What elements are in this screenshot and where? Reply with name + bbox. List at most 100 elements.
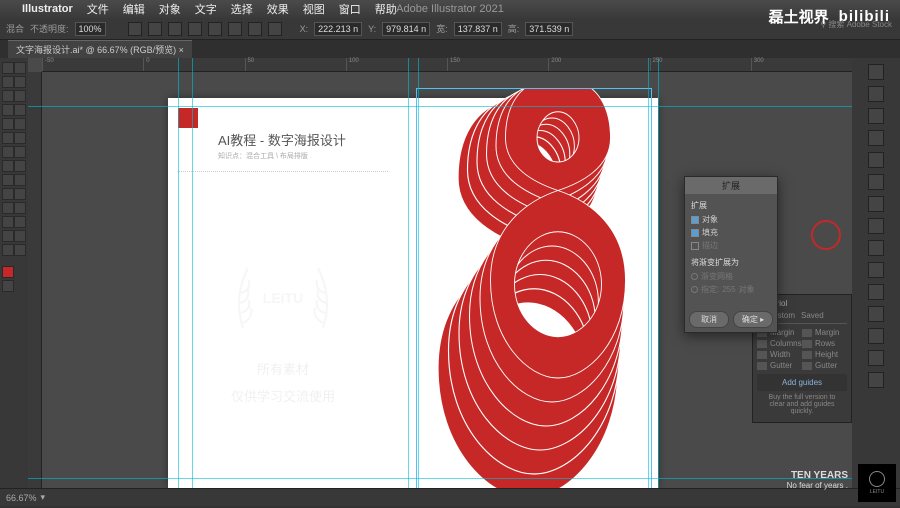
blend-tool[interactable] [14,202,26,214]
magic-wand-tool[interactable] [2,76,14,88]
menu-file[interactable]: 文件 [87,1,109,17]
pathfinder-icon[interactable] [868,284,884,300]
slice-tool[interactable] [14,230,26,242]
stroke-swatch[interactable] [2,280,14,292]
line-tool[interactable] [14,104,26,116]
lasso-tool[interactable] [14,76,26,88]
align-icon[interactable] [168,22,182,36]
menu-object[interactable]: 对象 [159,1,181,17]
radio-specify: 指定: 255 对象 [691,284,771,295]
leitu-logo: LEITU [858,464,896,502]
guide-vertical[interactable] [648,58,649,488]
guide-horizontal[interactable] [28,106,852,107]
libraries-icon[interactable] [868,86,884,102]
checkbox-fill[interactable]: 填充 [691,227,771,238]
toolbox [0,58,28,488]
gutter-v-field[interactable]: Gutter [802,361,847,370]
paragraph-icon[interactable] [868,372,884,388]
type-panel-icon[interactable] [868,350,884,366]
margin-v-field[interactable]: Margin [802,328,847,337]
align-icon[interactable] [868,262,884,278]
menu-help[interactable]: 帮助 [375,1,397,17]
eyedropper-tool[interactable] [2,202,14,214]
properties-icon[interactable] [868,64,884,80]
zoom-tool[interactable] [14,244,26,256]
mac-menubar: Illustrator 文件 编辑 对象 文字 选择 效果 视图 窗口 帮助 A… [0,0,900,18]
x-field[interactable]: 222.213 n [314,22,362,36]
width-tool[interactable] [2,160,14,172]
shape-builder-tool[interactable] [2,174,14,186]
menu-effect[interactable]: 效果 [267,1,289,17]
symbols-icon[interactable] [868,218,884,234]
selection-tool[interactable] [2,62,14,74]
width-field[interactable]: Width [757,350,802,359]
layers-icon[interactable] [868,196,884,212]
guide-vertical[interactable] [192,58,193,488]
align-icon[interactable] [268,22,282,36]
menu-edit[interactable]: 编辑 [123,1,145,17]
align-icon[interactable] [128,22,142,36]
hand-tool[interactable] [2,244,14,256]
perspective-tool[interactable] [14,174,26,186]
ok-button[interactable]: 确定 ▸ [733,311,773,328]
free-transform-tool[interactable] [14,160,26,172]
transform-icon[interactable] [868,240,884,256]
stroke-icon[interactable] [868,174,884,190]
swatches-icon[interactable] [868,130,884,146]
artboard-tool[interactable] [2,230,14,242]
shaper-tool[interactable] [2,132,14,144]
rows-field[interactable]: Rows [802,339,847,348]
align-icon[interactable] [208,22,222,36]
gradient-tool[interactable] [14,188,26,200]
align-icon[interactable] [188,22,202,36]
w-field[interactable]: 137.837 n [454,22,502,36]
svg-text:LEITU: LEITU [263,290,303,306]
brushes-icon[interactable] [868,152,884,168]
brush-tool[interactable] [14,118,26,130]
app-name[interactable]: Illustrator [22,3,73,15]
guide-vertical[interactable] [178,58,179,488]
align-icon[interactable] [248,22,262,36]
radio-gradient-mesh: 渐变网格 [691,271,771,282]
guide-horizontal[interactable] [28,478,852,479]
eraser-tool[interactable] [14,132,26,144]
blend-shape-8[interactable] [408,88,648,508]
zoom-level[interactable]: 66.67% [6,493,37,503]
gutter-h-field[interactable]: Gutter [757,361,802,370]
y-field[interactable]: 979.814 n [382,22,430,36]
align-icon[interactable] [228,22,242,36]
rotate-tool[interactable] [2,146,14,158]
document-tab[interactable]: 文字海报设计.ai* @ 66.67% (RGB/预览) × [8,40,192,58]
guide-vertical[interactable] [658,58,659,488]
align-icon[interactable] [148,22,162,36]
scale-tool[interactable] [14,146,26,158]
color-icon[interactable] [868,108,884,124]
pen-tool[interactable] [2,90,14,102]
guide-vertical[interactable] [418,58,419,488]
symbol-tool[interactable] [2,216,14,228]
type-tool[interactable] [2,104,14,116]
height-field[interactable]: Height [802,350,847,359]
direct-select-tool[interactable] [14,62,26,74]
menu-type[interactable]: 文字 [195,1,217,17]
menu-window[interactable]: 窗口 [339,1,361,17]
rectangle-tool[interactable] [2,118,14,130]
h-field[interactable]: 371.539 n [525,22,573,36]
mesh-tool[interactable] [2,188,14,200]
menu-select[interactable]: 选择 [231,1,253,17]
appearance-icon[interactable] [868,306,884,322]
graphic-styles-icon[interactable] [868,328,884,344]
checkbox-object[interactable]: 对象 [691,214,771,225]
guide-vertical[interactable] [408,58,409,488]
curvature-tool[interactable] [14,90,26,102]
opacity-field[interactable]: 100% [75,22,106,36]
cancel-button[interactable]: 取消 [689,311,729,328]
graph-tool[interactable] [14,216,26,228]
artwork-subtitle: 知识点：混合工具 \ 布局排版 [218,151,388,161]
expand-dialog: 扩展 扩展 对象 填充 描边 将渐变扩展为 渐变网格 指定: 255 对象 取消… [684,176,778,333]
color-preview [802,220,850,268]
add-guides-button[interactable]: Add guides [757,374,847,391]
menu-view[interactable]: 视图 [303,1,325,17]
columns-field[interactable]: Columns [757,339,802,348]
fill-swatch[interactable] [2,266,14,278]
